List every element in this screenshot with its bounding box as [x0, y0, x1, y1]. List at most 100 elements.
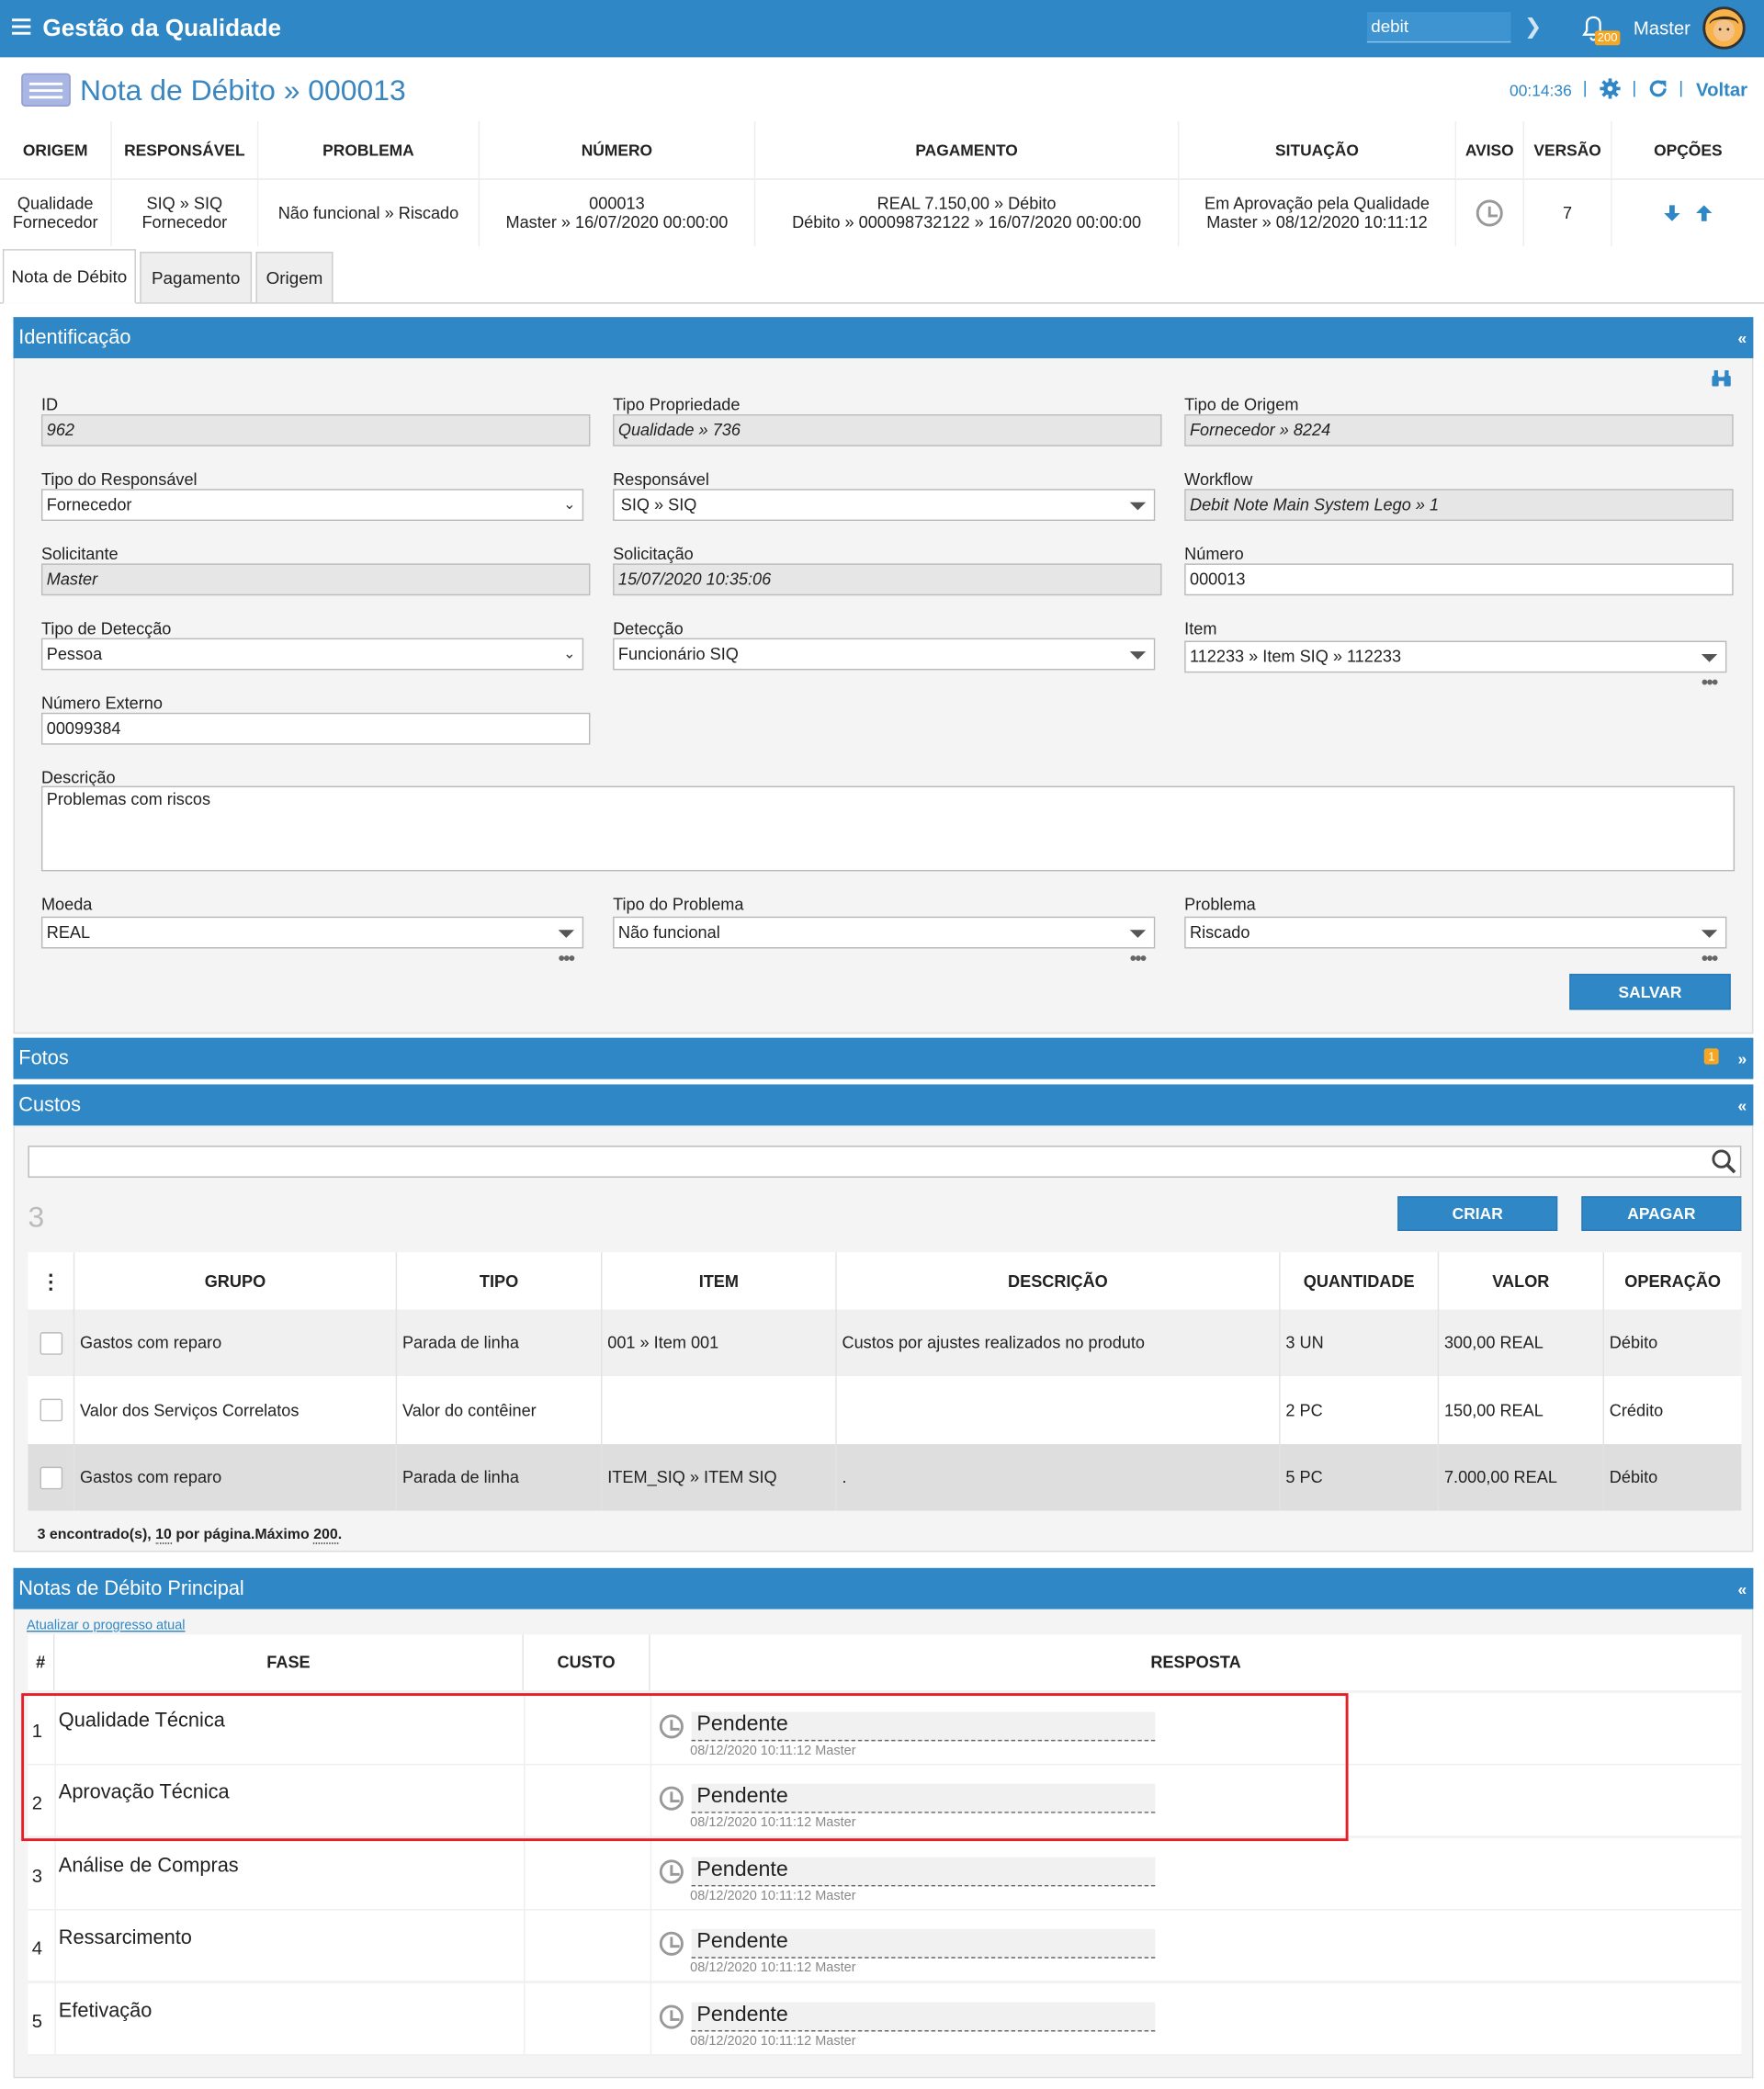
app-title[interactable]: Gestão da Qualidade	[42, 15, 281, 42]
cell-valor: 300,00 REAL	[1439, 1309, 1604, 1377]
search-icon[interactable]	[1711, 1148, 1737, 1179]
panel-identificacao-header[interactable]: Identificação «	[13, 317, 1754, 359]
solicitante-field: Master	[40, 563, 591, 596]
col-responsavel: RESPONSÁVEL	[111, 120, 259, 180]
phase-name: Efetivação	[58, 1999, 153, 2023]
row-checkbox[interactable]	[39, 1331, 62, 1355]
summary-table: ORIGEM RESPONSÁVEL PROBLEMA NÚMERO PAGAM…	[0, 120, 1764, 247]
create-button[interactable]: CRIAR	[1397, 1196, 1558, 1231]
col-pagamento: PAGAMENTO	[755, 120, 1180, 180]
tipo-responsavel-select[interactable]: Fornecedor ⌄	[40, 489, 584, 522]
label-numero: Número	[1184, 545, 1244, 564]
binoculars-icon[interactable]	[1711, 369, 1732, 392]
table-row[interactable]: Valor dos Serviços Correlatos Valor do c…	[28, 1376, 1742, 1444]
table-row[interactable]: Gastos com reparo Parada de linha ITEM_S…	[28, 1443, 1742, 1511]
col-operacao: OPERAÇÃO	[1624, 1271, 1722, 1291]
arrow-down-icon[interactable]	[1663, 204, 1681, 222]
responsavel-select[interactable]: SIQ » SIQ	[613, 489, 1156, 522]
collapse-icon[interactable]: «	[1737, 329, 1747, 347]
chevron-down-icon: ⌄	[563, 496, 576, 514]
phase-row[interactable]: 3 Análise de Compras Pendente 08/12/2020…	[28, 1838, 1742, 1911]
summary-responsavel: SIQ » SIQ Fornecedor	[112, 179, 259, 247]
workflow-field: Debit Note Main System Lego » 1	[1184, 489, 1734, 522]
col-item: ITEM	[602, 1252, 837, 1310]
row-checkbox[interactable]	[39, 1465, 62, 1489]
top-bar: Gestão da Qualidade debit ❯ 200 Master	[0, 0, 1764, 58]
more-icon[interactable]: •••	[1702, 947, 1718, 968]
more-icon[interactable]: •••	[559, 947, 575, 968]
col-descricao: DESCRIÇÃO	[837, 1252, 1281, 1310]
row-checkbox[interactable]	[39, 1398, 62, 1422]
summary-opcoes	[1612, 180, 1764, 247]
label-workflow: Workflow	[1184, 469, 1253, 490]
back-link[interactable]: Voltar	[1696, 79, 1747, 100]
col-num: #	[28, 1634, 55, 1691]
label-responsavel: Responsável	[613, 469, 709, 490]
tab-nota-de-debito[interactable]: Nota de Débito	[2, 249, 136, 304]
cell-operacao: Débito	[1609, 1333, 1658, 1352]
phase-row[interactable]: 4 Ressarcimento Pendente 08/12/2020 10:1…	[28, 1910, 1742, 1982]
cell-item: ITEM_SIQ » ITEM SIQ	[602, 1443, 837, 1511]
phase-meta: 08/12/2020 10:11:12 Master	[690, 2034, 856, 2049]
tipo-origem-field: Fornecedor » 8224	[1184, 413, 1734, 446]
numero-input[interactable]: 000013	[1184, 563, 1734, 596]
avatar[interactable]	[1702, 6, 1746, 50]
col-situacao: SITUAÇÃO	[1179, 120, 1457, 180]
max-select[interactable]: 200	[313, 1526, 338, 1544]
panel-fotos-header[interactable]: Fotos 1 »	[13, 1037, 1754, 1079]
summary-origem: Qualidade Fornecedor	[0, 179, 112, 247]
menu-icon[interactable]	[12, 18, 31, 35]
phase-row[interactable]: 5 Efetivação Pendente 08/12/2020 10:11:1…	[28, 1983, 1742, 2056]
chevron-right-icon[interactable]: ❯	[1524, 14, 1542, 40]
item-select[interactable]: 112233 » Item SIQ » 112233	[1184, 640, 1727, 673]
search-input[interactable]: debit	[1366, 12, 1511, 43]
phase-status[interactable]: Pendente	[691, 1857, 1156, 1887]
save-button[interactable]: SALVAR	[1569, 974, 1731, 1011]
expand-icon[interactable]: »	[1737, 1050, 1747, 1068]
more-icon[interactable]: •••	[1130, 947, 1147, 968]
summary-problema: Não funcional » Riscado	[258, 179, 481, 247]
dropdown-arrow-icon	[1129, 651, 1147, 660]
per-page-select[interactable]: 10	[155, 1526, 172, 1544]
dropdown-arrow-icon	[558, 930, 575, 938]
moeda-select[interactable]: REAL	[40, 916, 584, 949]
descricao-textarea[interactable]: Problemas com riscos	[40, 785, 1736, 872]
delete-button[interactable]: APAGAR	[1581, 1196, 1742, 1231]
cell-quantidade: 5 PC	[1281, 1443, 1440, 1511]
label-numero-externo: Número Externo	[40, 694, 163, 713]
col-fase: FASE	[54, 1634, 524, 1691]
numero-externo-input[interactable]: 00099384	[40, 712, 591, 745]
solicitacao-field: 15/07/2020 10:35:06	[613, 563, 1162, 596]
label-deteccao: Detecção	[613, 619, 684, 638]
label-moeda: Moeda	[40, 895, 93, 914]
fotos-badge: 1	[1703, 1048, 1719, 1065]
column-menu-icon[interactable]: ⋮	[28, 1252, 75, 1310]
refresh-icon[interactable]	[1646, 77, 1669, 104]
tab-pagamento[interactable]: Pagamento	[140, 252, 253, 303]
cell-quantidade: 2 PC	[1281, 1376, 1440, 1444]
table-row[interactable]: Gastos com reparo Parada de linha 001 » …	[28, 1309, 1742, 1377]
phase-status[interactable]: Pendente	[691, 1928, 1156, 1959]
tipo-problema-select[interactable]: Não funcional	[613, 916, 1156, 949]
more-icon[interactable]: •••	[1702, 672, 1718, 693]
phase-meta: 08/12/2020 10:11:12 Master	[690, 1960, 856, 1976]
tipo-deteccao-select[interactable]: Pessoa ⌄	[40, 638, 584, 671]
label-tipo-responsavel: Tipo do Responsável	[40, 469, 198, 490]
col-versao: VERSÃO	[1523, 120, 1612, 180]
custos-search-input[interactable]	[28, 1146, 1742, 1178]
panel-notas-header[interactable]: Notas de Débito Principal «	[13, 1567, 1754, 1609]
cell-grupo: Gastos com reparo	[74, 1309, 398, 1377]
col-quantidade: QUANTIDADE	[1281, 1252, 1440, 1310]
phase-status[interactable]: Pendente	[691, 2002, 1156, 2032]
collapse-icon[interactable]: «	[1737, 1096, 1747, 1114]
arrow-up-icon[interactable]	[1695, 204, 1713, 222]
gear-icon[interactable]	[1599, 77, 1622, 104]
phases-table-header: # FASE CUSTO RESPOSTA	[28, 1634, 1742, 1692]
deteccao-select[interactable]: Funcionário SIQ	[613, 638, 1156, 671]
collapse-icon[interactable]: «	[1737, 1580, 1747, 1598]
refresh-progress-link[interactable]: Atualizar o progresso atual	[27, 1619, 186, 1633]
user-name[interactable]: Master	[1634, 17, 1690, 39]
panel-custos-header[interactable]: Custos «	[13, 1084, 1754, 1126]
tab-origem[interactable]: Origem	[255, 252, 334, 303]
problema-select[interactable]: Riscado	[1184, 916, 1727, 949]
